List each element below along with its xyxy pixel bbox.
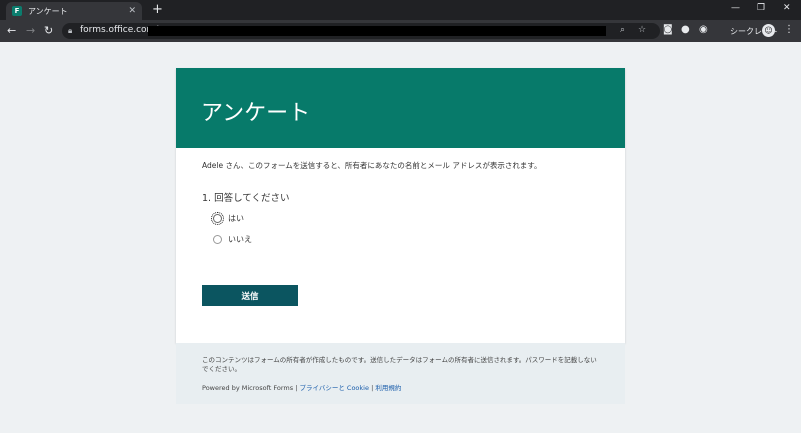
question-title: 1. 回答してください bbox=[202, 193, 290, 204]
form-card: アンケート Adele さん、このフォームを送信すると、所有者にあなたの名前とメ… bbox=[176, 68, 625, 343]
close-tab-icon[interactable]: ✕ bbox=[128, 6, 136, 16]
powered-by-text: Powered by Microsoft Forms | bbox=[202, 384, 298, 392]
camera-icon[interactable]: ◙ bbox=[663, 24, 673, 35]
tab-title: アンケート bbox=[28, 6, 68, 16]
window-close-icon[interactable]: ✕ bbox=[783, 3, 791, 13]
new-tab-icon[interactable]: + bbox=[152, 3, 163, 16]
restore-icon[interactable]: ❐ bbox=[757, 3, 765, 13]
profile-avatar-icon[interactable]: ☺ bbox=[762, 24, 775, 37]
terms-link[interactable]: 利用規約 bbox=[375, 384, 401, 392]
url-text: forms.office.com/ bbox=[80, 25, 159, 35]
forward-icon[interactable]: → bbox=[26, 24, 35, 37]
incognito-icon[interactable]: ◉ bbox=[699, 24, 708, 35]
address-bar[interactable]: 🔒︎ forms.office.com/ ⌕ ☆ bbox=[62, 23, 660, 39]
option-yes[interactable]: はい bbox=[211, 212, 244, 225]
option-yes-label: はい bbox=[228, 214, 244, 223]
forms-favicon-icon: F bbox=[12, 6, 22, 16]
radio-yes[interactable] bbox=[211, 212, 224, 225]
footer-disclaimer: このコンテンツはフォームの所有者が作成したものです。送信したデータはフォームの所… bbox=[202, 356, 597, 373]
privacy-link[interactable]: プライバシーと Cookie bbox=[299, 384, 369, 392]
reload-icon[interactable]: ↻ bbox=[44, 24, 53, 37]
lock-icon: 🔒︎ bbox=[68, 26, 73, 35]
browser-toolbar: ← → ↻ 🔒︎ forms.office.com/ ⌕ ☆ ◙ ● ◉ シーク… bbox=[0, 20, 801, 42]
form-header: アンケート bbox=[176, 68, 625, 148]
browser-tab-bar: F アンケート ✕ + — ❐ ✕ bbox=[0, 0, 801, 20]
radio-no[interactable] bbox=[213, 235, 222, 244]
extension-icon[interactable]: ● bbox=[681, 24, 690, 35]
zoom-search-icon[interactable]: ⌕ bbox=[620, 25, 625, 35]
browser-tab[interactable]: F アンケート ✕ bbox=[6, 2, 142, 20]
identity-notice: Adele さん、このフォームを送信すると、所有者にあなたの名前とメール アドレ… bbox=[202, 161, 542, 170]
form-title: アンケート bbox=[201, 101, 311, 126]
option-no-label: いいえ bbox=[228, 235, 252, 244]
powered-by-line: Powered by Microsoft Forms | プライバシーと Coo… bbox=[202, 382, 401, 392]
option-no[interactable]: いいえ bbox=[213, 234, 252, 245]
back-icon[interactable]: ← bbox=[7, 24, 16, 37]
form-footer: このコンテンツはフォームの所有者が作成したものです。送信したデータはフォームの所… bbox=[176, 343, 625, 404]
submit-button[interactable]: 送信 bbox=[202, 285, 298, 306]
redacted-url-bar bbox=[148, 26, 606, 36]
footer-separator: | bbox=[371, 384, 374, 392]
menu-more-icon[interactable]: ⋮ bbox=[784, 24, 794, 35]
minimize-icon[interactable]: — bbox=[731, 3, 740, 13]
bookmark-star-icon[interactable]: ☆ bbox=[638, 25, 646, 35]
